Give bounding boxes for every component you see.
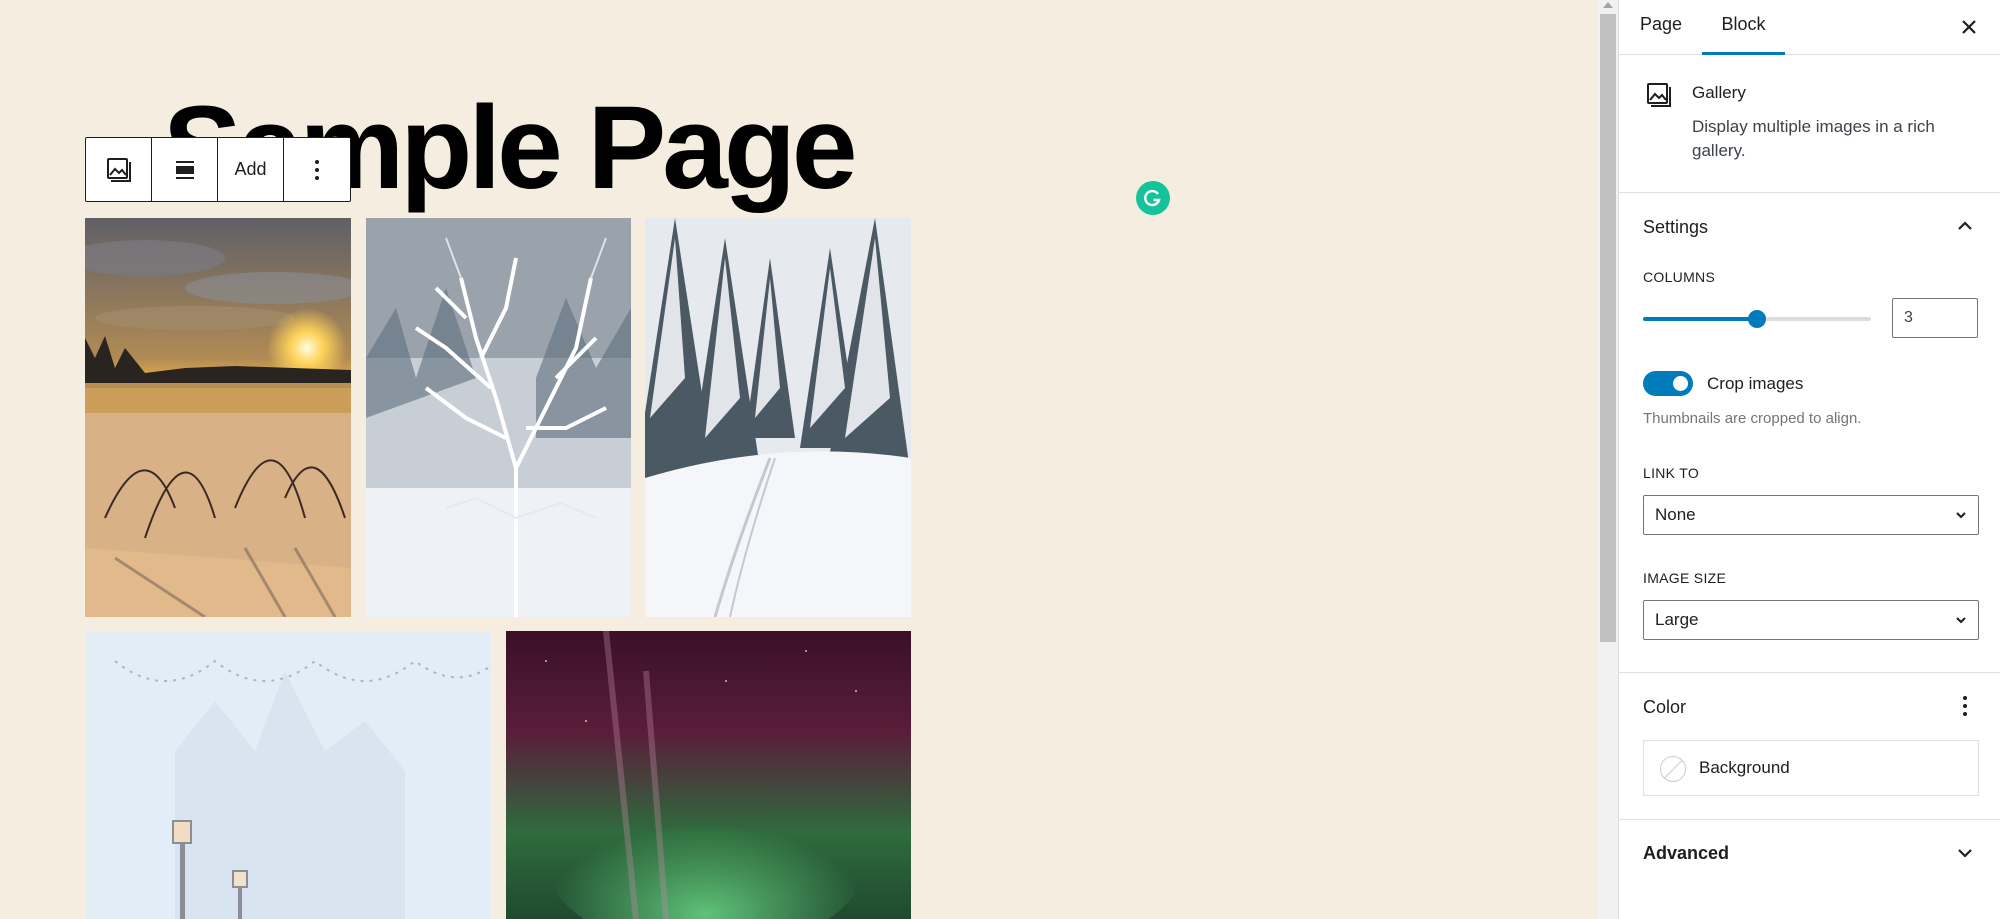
crop-images-label: Crop images [1707,374,1804,393]
snowy-forest-path-icon [645,218,911,617]
gallery-icon [106,157,131,182]
link-to-value: None [1655,505,1696,524]
gallery-image-frosted-tree[interactable] [366,218,631,617]
scroll-up-arrow-icon[interactable] [1603,2,1613,8]
columns-slider-fill [1643,317,1757,321]
canvas-scrollbar[interactable] [1598,0,1618,919]
frosted-tree-icon [366,218,631,617]
divider [1619,672,2000,673]
link-to-label: LINK TO [1643,465,1700,481]
chevron-up-icon[interactable] [1956,217,1974,235]
add-button[interactable]: Add [218,138,284,201]
gallery-icon [1647,83,1671,107]
align-button[interactable] [152,138,218,201]
columns-number-input[interactable]: 3 [1892,298,1978,338]
block-card: Gallery Display multiple images in a ric… [1619,55,2000,193]
gallery-image-sunset[interactable] [85,218,351,617]
more-options-button[interactable] [284,138,350,201]
block-type-button[interactable] [86,138,152,201]
crop-images-help: Thumbnails are cropped to align. [1643,410,1862,427]
settings-panel-title[interactable]: Settings [1643,217,1708,238]
tab-block[interactable]: Block [1702,0,1785,55]
advanced-panel-title[interactable]: Advanced [1643,843,1729,864]
settings-sidebar: Page Block Gallery Display multiple imag… [1618,0,2000,919]
columns-slider-thumb[interactable] [1748,310,1766,328]
grammarly-icon[interactable] [1136,181,1170,215]
gallery-image-aurora[interactable] [506,631,911,919]
image-size-value: Large [1655,610,1699,629]
toggle-knob [1673,376,1688,391]
background-label: Background [1699,758,1790,777]
winter-sunset-icon [85,218,351,617]
editor-canvas: Sample Page Add [0,0,1598,919]
gallery-image-frosted-castle[interactable] [85,631,491,919]
chevron-down-icon[interactable] [1956,844,1974,862]
columns-label: COLUMNS [1643,269,1716,285]
align-icon [175,160,194,179]
gallery-image-snowy-forest[interactable] [645,218,911,617]
chevron-down-icon [1956,617,1966,624]
close-sidebar-button[interactable] [1954,12,1984,42]
aurora-icon [506,631,911,919]
block-description: Display multiple images in a rich galler… [1692,117,1935,160]
crop-images-toggle[interactable] [1643,371,1693,396]
more-vertical-icon[interactable] [1962,695,1968,717]
no-color-swatch-icon [1660,756,1686,782]
image-size-select[interactable]: Large [1643,600,1979,640]
background-color-button[interactable]: Background [1643,740,1979,796]
sidebar-tabs: Page Block [1619,0,2000,55]
scroll-thumb[interactable] [1600,14,1616,642]
close-icon [1962,20,1976,34]
columns-slider[interactable] [1643,310,1871,328]
frosted-castle-icon [85,631,491,919]
chevron-down-icon [1956,512,1966,519]
tab-page[interactable]: Page [1631,0,1691,55]
divider [1619,819,2000,820]
block-toolbar: Add [85,137,351,202]
block-name: Gallery [1692,83,1746,102]
color-panel-title[interactable]: Color [1643,697,1686,718]
image-size-label: IMAGE SIZE [1643,570,1727,586]
link-to-select[interactable]: None [1643,495,1979,535]
more-vertical-icon [315,159,319,180]
